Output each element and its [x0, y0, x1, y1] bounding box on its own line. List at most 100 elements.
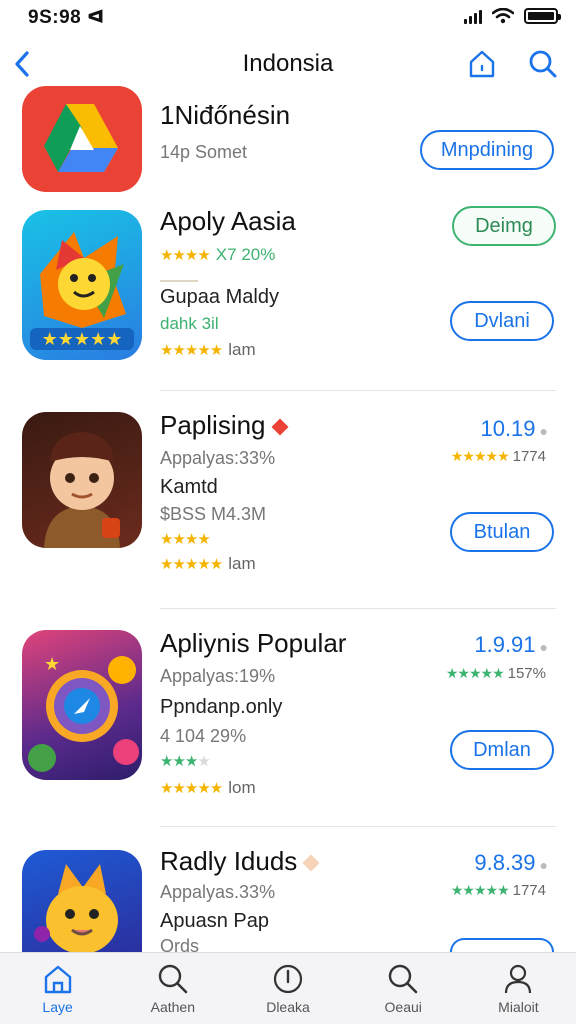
app-name: 1Niđőnésin [160, 100, 291, 130]
home-icon [469, 50, 495, 78]
nav-bar: Indonsia [0, 38, 576, 90]
star-icons: ★★★★★ [450, 448, 510, 464]
app-icon-paplising[interactable] [22, 412, 142, 548]
rating-stars: ★★★★ [160, 753, 211, 770]
tab-search[interactable]: Aathen [115, 953, 230, 1024]
get-button[interactable]: Mnpdining [420, 130, 554, 170]
portal-game-icon: ★ [28, 654, 139, 772]
home-button[interactable] [466, 46, 498, 82]
rating-stars-2: ★★★★★ lom [160, 778, 256, 798]
rating-stars: ★★★★ X7 20% [160, 245, 275, 265]
status-time: 9S:98 ᐊ [28, 7, 105, 28]
star-icons: ★★★★★ [160, 342, 223, 359]
app-name: Apliynis Popular [160, 628, 347, 658]
rating-text: X7 20% [215, 245, 276, 264]
rating-stars-2: ★★★★★ lam [160, 340, 256, 360]
row-divider [160, 390, 556, 391]
star-icons: ★★★★★ [160, 556, 223, 573]
price-value: 9.8.39 [474, 850, 536, 875]
app-category: Kamtd [160, 476, 218, 498]
tab-profile[interactable]: Mialoit [461, 953, 576, 1024]
tab-explore[interactable]: Dleaka [230, 953, 345, 1024]
back-button[interactable] [8, 46, 36, 82]
side-rating-value: 1774 [512, 448, 546, 465]
svg-text:★★★★★: ★★★★★ [42, 329, 123, 350]
tab-label: Dleaka [266, 999, 310, 1015]
wifi-icon [492, 8, 514, 24]
boy-character-icon [44, 432, 120, 548]
divider-short [160, 280, 198, 282]
get-button[interactable]: Dvlani [450, 301, 554, 341]
tab-label: Mialoit [498, 999, 539, 1015]
app-size: Ords [160, 936, 200, 952]
tab-label: Laye [42, 999, 73, 1015]
side-rating-value: 157% [507, 665, 546, 682]
rating-text: lam [228, 554, 256, 573]
cat-character-icon [34, 864, 118, 954]
app-sub-name: Gupaa Maldy [160, 286, 279, 308]
app-stat: Appalyas:19% [160, 666, 276, 686]
status-indicators [464, 8, 561, 24]
game-character-icon: ★★★★★ [30, 232, 134, 350]
rating-stars: ★★★★ [160, 530, 211, 548]
cellular-signal-icon [464, 8, 482, 24]
search-icon [387, 963, 419, 995]
update-button[interactable]: Deimg [452, 206, 556, 246]
row-divider [160, 826, 556, 827]
app-icon-drive[interactable] [22, 86, 142, 192]
rating-text: lam [228, 340, 256, 359]
star-icons: ★★★★★ [160, 780, 223, 797]
app-stat: Appalyas:33% [160, 448, 276, 468]
app-icon-apliynis[interactable]: ★ [22, 630, 142, 780]
app-name: Paplising [160, 410, 289, 441]
gem-icon [271, 418, 289, 436]
home-icon [42, 963, 74, 995]
app-subtitle: 14p Somet [160, 142, 248, 162]
app-stat: Appalyas.33% [160, 882, 276, 902]
get-button[interactable] [450, 938, 554, 952]
tab-home[interactable]: Laye [0, 953, 115, 1024]
gem-icon [302, 854, 320, 872]
tab-label: Oeaui [384, 999, 422, 1015]
rating-stars-2: ★★★★★ lam [160, 554, 256, 574]
side-rating: ★★★★★ 1774 [451, 448, 546, 465]
app-size: $BSS M4.3M [160, 504, 267, 524]
app-sub-note: dahk 3il [160, 314, 219, 333]
star-icons: ★★★★★ [450, 882, 510, 898]
star-icons: ★★★★ [160, 531, 211, 548]
get-button[interactable]: Dmlan [450, 730, 554, 770]
app-category: Apuasn Pap [160, 910, 269, 932]
get-button[interactable]: Btulan [450, 512, 554, 552]
app-icon-radly[interactable] [22, 850, 142, 954]
app-icon-apoly[interactable]: ★★★★★ [22, 210, 142, 360]
row-divider [160, 608, 556, 609]
price-value: 1.9.91 [474, 632, 536, 657]
app-name: Apoly Aasia [160, 206, 296, 236]
rating-text: lom [228, 778, 256, 797]
price-value: 10.19 [480, 416, 536, 441]
status-bar: 9S:98 ᐊ [0, 0, 576, 34]
side-rating: ★★★★★ 157% [446, 665, 546, 682]
svg-text:★: ★ [44, 654, 60, 675]
tab-search-2[interactable]: Oeaui [346, 953, 461, 1024]
price-label: 10.19 ● [480, 416, 548, 441]
search-icon [529, 50, 557, 78]
tab-bar: Laye Aathen Dleaka Oeaui Mialoit [0, 952, 576, 1024]
app-category: Ppndanp.only [160, 696, 283, 718]
tab-label: Aathen [150, 999, 195, 1015]
star-icons: ★★★★ [160, 247, 211, 264]
app-name: Radly Iduds [160, 846, 320, 877]
price-label: 1.9.91 ● [474, 632, 548, 657]
price-label: 9.8.39 ● [474, 850, 548, 875]
side-rating: ★★★★★ 1774 [451, 882, 546, 899]
star-icons: ★★★★★ [445, 665, 505, 681]
battery-icon [524, 8, 561, 24]
person-icon [502, 963, 534, 995]
app-size: 4 104 29% [160, 726, 247, 746]
chevron-left-icon [15, 51, 29, 77]
side-rating-value: 1774 [512, 882, 546, 899]
compass-icon [272, 963, 304, 995]
drive-logo-icon [44, 104, 118, 172]
search-icon [157, 963, 189, 995]
search-button[interactable] [526, 46, 560, 82]
